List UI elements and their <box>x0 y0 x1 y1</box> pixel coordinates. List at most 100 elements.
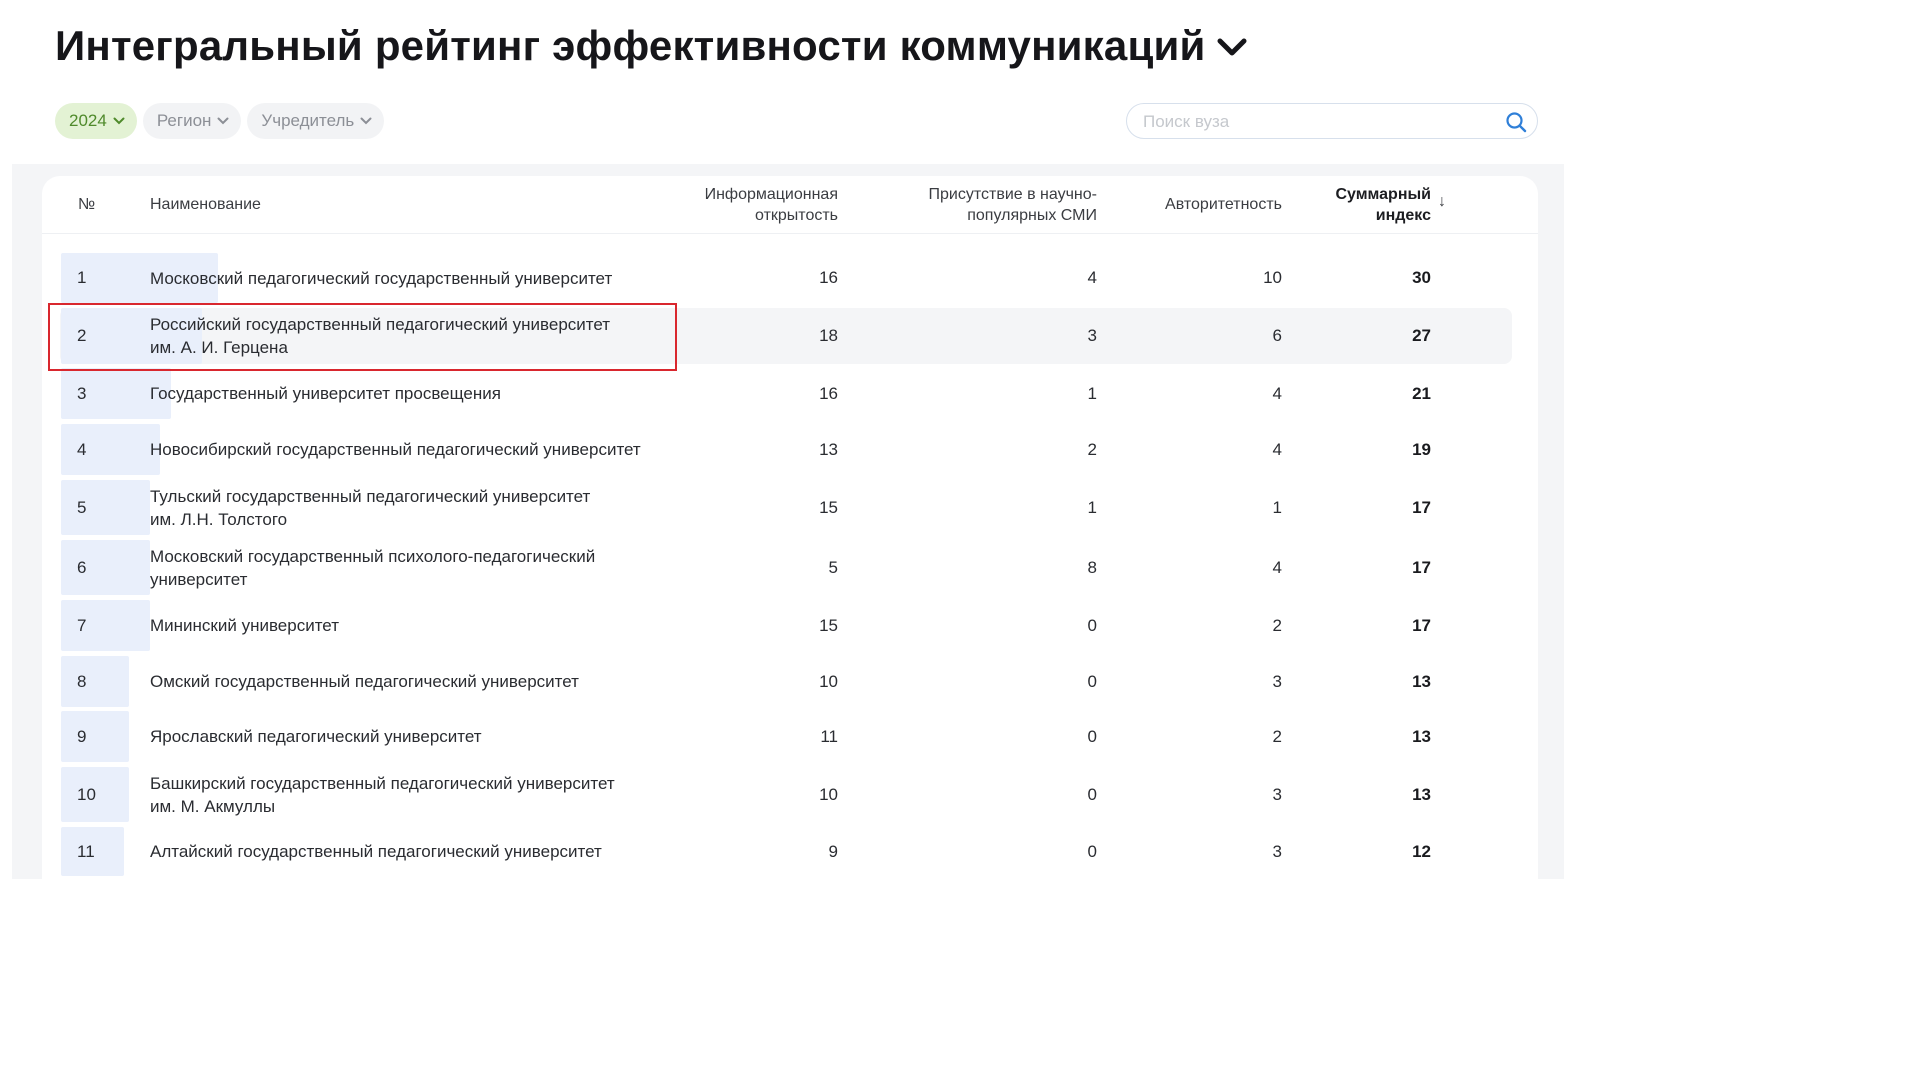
sort-arrow-icon[interactable]: ↓ <box>1438 191 1446 212</box>
row-total-index: 21 <box>1412 384 1431 403</box>
filter-region[interactable]: Регион <box>142 103 242 139</box>
row-university-name-line: им. М. Акмуллы <box>150 797 276 816</box>
search-input[interactable] <box>1141 104 1495 140</box>
row-info-openness: 16 <box>819 268 838 287</box>
header-total-index-line1: Суммарный <box>1335 186 1431 203</box>
table-row[interactable]: 9 Ярославский педагогический университет 1… <box>0 711 1564 762</box>
row-total-index: 17 <box>1412 498 1431 517</box>
header-info-openness[interactable]: Информационная открытость <box>640 184 838 226</box>
row-university-name[interactable]: Алтайский государственный педагогический… <box>150 840 670 863</box>
header-authority[interactable]: Авторитетность <box>1122 194 1282 215</box>
page-title: Интегральный рейтинг эффективности комму… <box>55 22 1206 69</box>
row-authority: 3 <box>1272 785 1282 804</box>
filter-year[interactable]: 2024 <box>55 103 137 139</box>
row-rank: 2 <box>77 326 87 345</box>
header-media-presence-line2: популярных СМИ <box>967 207 1097 224</box>
title-row[interactable]: Интегральный рейтинг эффективности комму… <box>55 22 1248 70</box>
chevron-down-icon[interactable] <box>1216 37 1248 59</box>
header-divider <box>42 233 1538 234</box>
row-university-name-line: Московский педагогический государственны… <box>150 269 613 288</box>
table-row[interactable]: 6 Московский государственный психолого-пе… <box>0 540 1564 595</box>
row-media-presence: 8 <box>1087 558 1097 577</box>
header-media-presence[interactable]: Присутствие в научно- популярных СМИ <box>878 184 1098 226</box>
row-info-openness: 15 <box>819 498 838 517</box>
row-rank: 1 <box>77 268 87 287</box>
row-media-presence: 0 <box>1087 672 1097 691</box>
row-info-openness: 13 <box>819 440 838 459</box>
row-total-index: 13 <box>1412 727 1431 746</box>
chevron-down-icon <box>360 117 372 125</box>
filter-bar: 2024 Регион Учредитель <box>55 103 385 139</box>
row-info-openness: 9 <box>828 842 838 861</box>
row-media-presence: 1 <box>1087 384 1097 403</box>
table-row[interactable]: 3 Государственный университет просвещения… <box>0 368 1564 419</box>
table-row[interactable]: 10 Башкирский государственный педагогичес… <box>0 767 1564 822</box>
row-university-name[interactable]: Московский педагогический государственны… <box>150 267 670 290</box>
search-icon[interactable] <box>1505 111 1527 133</box>
row-total-index: 17 <box>1412 616 1431 635</box>
filter-region-label: Регион <box>156 111 212 130</box>
table-row[interactable]: 11 Алтайский государственный педагогическ… <box>0 827 1564 876</box>
row-total-index: 27 <box>1412 326 1431 345</box>
row-university-name[interactable]: Тульский государственный педагогический … <box>150 485 670 531</box>
table-row[interactable]: 2 Российский государственный педагогическ… <box>0 308 1564 364</box>
row-university-name-line: университет <box>150 570 248 589</box>
row-university-name[interactable]: Новосибирский государственный педагогиче… <box>150 438 670 461</box>
filter-founder[interactable]: Учредитель <box>247 103 385 139</box>
row-media-presence: 2 <box>1087 440 1097 459</box>
row-info-openness: 5 <box>828 558 838 577</box>
row-rank: 7 <box>77 616 87 635</box>
row-authority: 4 <box>1272 384 1282 403</box>
header-total-index-line2: индекс <box>1375 207 1431 224</box>
header-info-openness-line2: открытость <box>755 207 838 224</box>
row-university-name[interactable]: Ярославский педагогический университет <box>150 725 670 748</box>
row-info-openness: 15 <box>819 616 838 635</box>
row-university-name[interactable]: Московский государственный психолого-пед… <box>150 545 670 591</box>
table-row[interactable]: 7 Мининский университет 15 0 2 17 <box>0 600 1564 651</box>
row-university-name-line: Российский государственный педагогически… <box>150 315 611 334</box>
row-total-index: 30 <box>1412 268 1431 287</box>
table-row[interactable]: 5 Тульский государственный педагогический… <box>0 480 1564 535</box>
row-university-name[interactable]: Российский государственный педагогически… <box>150 313 670 359</box>
row-rank: 4 <box>77 440 87 459</box>
row-info-openness: 10 <box>819 785 838 804</box>
row-total-index: 17 <box>1412 558 1431 577</box>
row-rank: 9 <box>77 727 87 746</box>
search-box <box>1126 103 1538 140</box>
row-university-name-line: Мининский университет <box>150 616 339 635</box>
row-university-name[interactable]: Башкирский государственный педагогически… <box>150 772 670 818</box>
table-row[interactable]: 4 Новосибирский государственный педагогич… <box>0 424 1564 475</box>
row-info-openness: 16 <box>819 384 838 403</box>
row-authority: 10 <box>1263 268 1282 287</box>
row-rank: 11 <box>77 842 95 861</box>
row-rank: 8 <box>77 672 87 691</box>
header-name[interactable]: Наименование <box>150 194 261 215</box>
row-university-name-line: им. Л.Н. Толстого <box>150 510 288 529</box>
filter-founder-label: Учредитель <box>261 111 355 130</box>
row-authority: 4 <box>1272 440 1282 459</box>
row-media-presence: 4 <box>1087 268 1097 287</box>
row-total-index: 13 <box>1412 672 1431 691</box>
row-university-name-line: Алтайский государственный педагогический… <box>150 842 602 861</box>
row-university-name[interactable]: Мининский университет <box>150 614 670 637</box>
row-university-name-line: Тульский государственный педагогический … <box>150 487 591 506</box>
row-authority: 2 <box>1272 616 1282 635</box>
row-university-name-line: Башкирский государственный педагогически… <box>150 774 615 793</box>
row-university-name-line: им. А. И. Герцена <box>150 338 288 357</box>
header-total-index[interactable]: Суммарный индекс <box>1300 184 1431 226</box>
row-media-presence: 3 <box>1087 326 1097 345</box>
row-rank: 5 <box>77 498 87 517</box>
rank-score-bar <box>61 424 160 475</box>
row-info-openness: 18 <box>819 326 838 345</box>
row-authority: 4 <box>1272 558 1282 577</box>
row-media-presence: 0 <box>1087 785 1097 804</box>
table-row[interactable]: 8 Омский государственный педагогический у… <box>0 656 1564 707</box>
table-row[interactable]: 1 Московский педагогический государственн… <box>0 253 1564 303</box>
row-rank: 10 <box>77 785 96 804</box>
row-authority: 1 <box>1272 498 1282 517</box>
row-media-presence: 0 <box>1087 727 1097 746</box>
row-university-name-line: Государственный университет просвещения <box>150 384 501 403</box>
row-university-name[interactable]: Государственный университет просвещения <box>150 382 670 405</box>
row-total-index: 19 <box>1412 440 1431 459</box>
row-university-name[interactable]: Омский государственный педагогический ун… <box>150 670 670 693</box>
